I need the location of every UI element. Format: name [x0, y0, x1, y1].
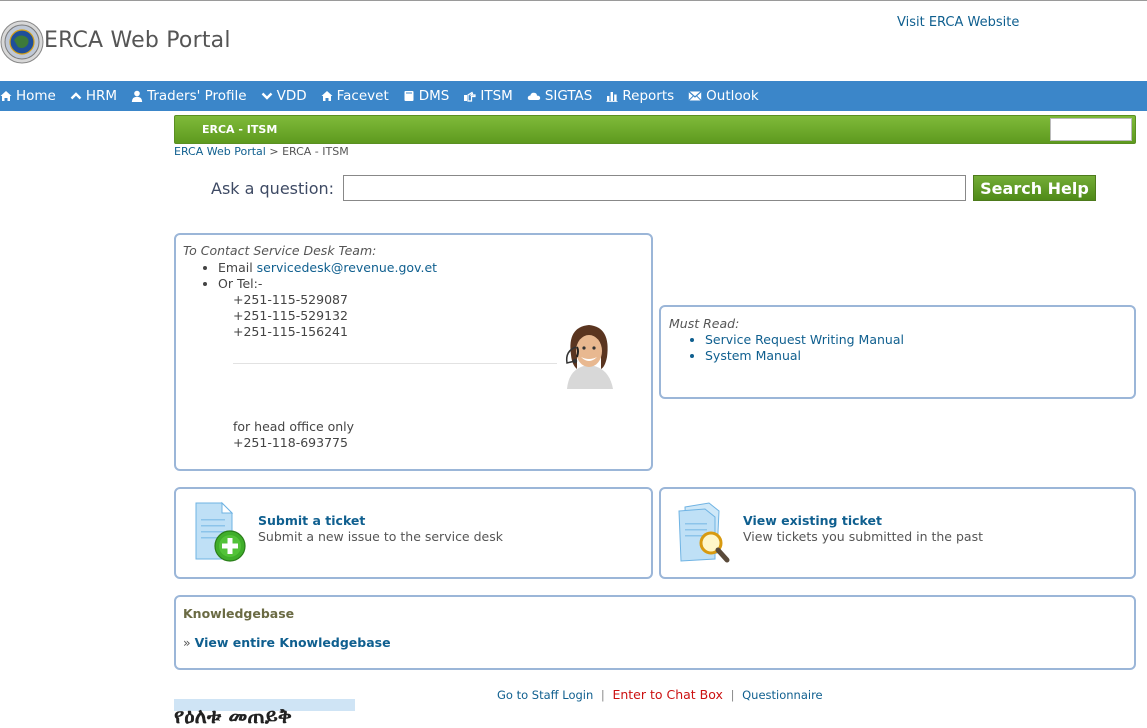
nav-label: Facevet [336, 88, 389, 104]
phone-number: +251-115-529132 [233, 308, 348, 323]
visit-erca-website-link[interactable]: Visit ERCA Website [897, 15, 1019, 30]
nav-label: VDD [276, 88, 307, 104]
divider [233, 363, 563, 364]
hand-icon [464, 91, 476, 102]
staff-login-link[interactable]: Go to Staff Login [497, 688, 593, 702]
system-manual-link[interactable]: System Manual [705, 348, 801, 363]
section-bar-input[interactable] [1050, 118, 1132, 141]
home-icon [321, 91, 333, 101]
submit-ticket-description: Submit a new issue to the service desk [258, 529, 503, 544]
contact-caption: To Contact Service Desk Team: [183, 243, 377, 258]
nav-item-sigtas[interactable]: SIGTAS [527, 88, 593, 104]
nav-item-itsm[interactable]: ITSM [463, 88, 513, 104]
nav-item-dms[interactable]: DMS [403, 88, 450, 104]
nav-label: ITSM [480, 88, 513, 104]
contact-panel: To Contact Service Desk Team: Email serv… [174, 233, 653, 471]
contact-tel-item: Or Tel:- [218, 276, 437, 292]
home-icon [0, 91, 12, 101]
nav-item-outlook[interactable]: Outlook [688, 88, 759, 104]
site-title: ERCA Web Portal [44, 28, 231, 53]
breadcrumb-current: ERCA - ITSM [282, 145, 349, 158]
contact-email-item: Email servicedesk@revenue.gov.et [218, 260, 437, 276]
head-office-label: for head office only [233, 419, 355, 434]
book-icon [404, 91, 414, 101]
header: ERCA Web Portal Visit ERCA Website [0, 1, 1147, 81]
nav-label: Reports [622, 88, 675, 104]
knowledgebase-title: Knowledgebase [183, 606, 295, 621]
support-agent-image [557, 317, 621, 389]
must-read-panel: Must Read: Service Request Writing Manua… [659, 305, 1136, 399]
service-desk-email-link[interactable]: servicedesk@revenue.gov.et [257, 260, 437, 275]
chevron-down-icon [261, 92, 272, 100]
view-ticket-panel[interactable]: View existing ticket View tickets you su… [659, 487, 1136, 579]
nav-item-vdd[interactable]: VDD [261, 88, 307, 104]
knowledgebase-link-row: » View entire Knowledgebase [183, 635, 391, 650]
nav-label: SIGTAS [544, 88, 593, 104]
section-title: ERCA - ITSM [202, 123, 278, 136]
nav-label: HRM [85, 88, 118, 104]
ask-question-input[interactable] [343, 175, 966, 201]
breadcrumb-separator: > [269, 145, 279, 158]
contact-list: Email servicedesk@revenue.gov.et Or Tel:… [218, 260, 437, 292]
email-prefix: Email [218, 260, 253, 275]
daily-poll-heading: የዕለቱ መጠይቅ [174, 703, 292, 728]
nav-label: Home [16, 88, 56, 104]
nav-item-home[interactable]: Home [0, 88, 56, 104]
nav-label: Outlook [706, 88, 759, 104]
nav-item-traders-profile[interactable]: Traders' Profile [131, 88, 247, 104]
nav-label: DMS [418, 88, 450, 104]
ask-question-label: Ask a question: [211, 179, 335, 198]
search-help-button[interactable]: Search Help [973, 175, 1096, 201]
new-ticket-document-icon [195, 501, 246, 562]
tel-label: Or Tel:- [218, 276, 263, 291]
nav-item-facevet[interactable]: Facevet [321, 88, 389, 104]
section-title-bar: ERCA - ITSM [174, 115, 1136, 144]
must-read-item: Service Request Writing Manual [705, 332, 904, 348]
breadcrumb-root-link[interactable]: ERCA Web Portal [174, 145, 266, 158]
bar-chart-icon [606, 92, 618, 102]
view-ticket-description: View tickets you submitted in the past [743, 529, 983, 544]
submit-ticket-panel[interactable]: Submit a ticket Submit a new issue to th… [174, 487, 653, 579]
must-read-caption: Must Read: [669, 316, 740, 331]
phone-number: +251-115-529087 [233, 292, 348, 307]
nav-item-hrm[interactable]: HRM [70, 88, 117, 104]
submit-ticket-link[interactable]: Submit a ticket [258, 513, 365, 528]
must-read-list: Service Request Writing Manual System Ma… [705, 332, 904, 364]
service-request-manual-link[interactable]: Service Request Writing Manual [705, 332, 904, 347]
erca-logo-icon[interactable] [0, 20, 44, 64]
nav-label: Traders' Profile [147, 88, 247, 104]
questionnaire-link[interactable]: Questionnaire [742, 688, 823, 702]
knowledgebase-bullet: » [183, 635, 191, 650]
view-ticket-link[interactable]: View existing ticket [743, 513, 882, 528]
chat-box-link[interactable]: Enter to Chat Box [612, 687, 722, 702]
head-office-phone: +251-118-693775 [233, 435, 348, 450]
footer-separator: | [600, 688, 605, 702]
must-read-item: System Manual [705, 348, 904, 364]
cloud-icon [527, 92, 541, 100]
phone-number: +251-115-156241 [233, 324, 348, 339]
user-icon [131, 90, 143, 102]
main-nav: Home HRM Traders' Profile VDD Facevet DM… [0, 81, 1147, 111]
chevron-up-icon [70, 92, 82, 100]
breadcrumb: ERCA Web Portal > ERCA - ITSM [174, 145, 349, 158]
nav-item-reports[interactable]: Reports [606, 88, 674, 104]
search-ticket-document-icon [678, 502, 730, 563]
knowledgebase-panel: Knowledgebase » View entire Knowledgebas… [174, 595, 1136, 670]
footer-separator: | [730, 688, 735, 702]
envelope-icon [688, 91, 702, 101]
view-knowledgebase-link[interactable]: View entire Knowledgebase [195, 635, 391, 650]
